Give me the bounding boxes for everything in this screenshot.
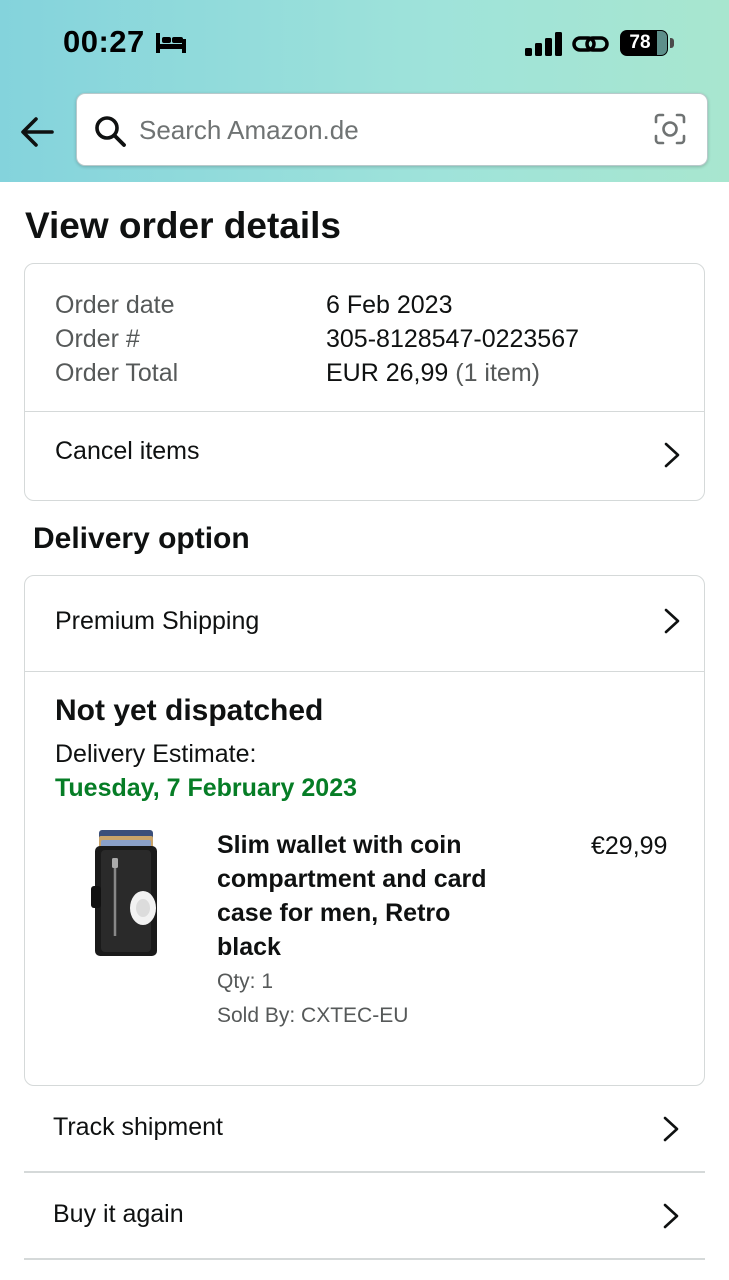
shipment-status: Not yet dispatched [55,694,324,727]
search-icon [95,116,126,147]
order-total-amount: EUR 26,99 [326,359,449,387]
divider [25,671,704,672]
order-summary-card: Order date 6 Feb 2023 Order # 305-812854… [24,263,705,501]
app-header: 00:27 78 [0,0,729,182]
shipping-option-label: Premium Shipping [55,607,260,635]
chevron-right-icon [663,1203,679,1229]
chevron-right-icon [664,608,680,634]
product-price: €29,99 [591,832,668,860]
order-total-label: Order Total [55,359,179,387]
product-image[interactable] [89,828,161,960]
camera-scan-icon[interactable] [653,112,687,146]
order-number-label: Order # [55,325,140,353]
search-input[interactable] [139,108,639,152]
track-shipment-label: Track shipment [53,1113,223,1141]
premium-shipping-link[interactable]: Premium Shipping [25,576,704,671]
order-date-row: Order date 6 Feb 2023 [55,288,674,322]
order-item-count: (1 item) [455,359,540,387]
status-time: 00:27 [63,24,145,59]
delivery-estimate-label: Delivery Estimate: [55,740,257,768]
buy-it-again-link[interactable]: Buy it again [24,1174,705,1260]
delivery-estimate-date: Tuesday, 7 February 2023 [55,774,358,802]
status-bar: 00:27 78 [0,0,729,88]
delivery-card: Premium Shipping Not yet dispatched Deli… [24,575,705,1086]
buy-it-again-label: Buy it again [53,1200,184,1228]
bed-icon [156,33,186,53]
order-date-label: Order date [55,291,175,319]
order-total-value: EUR 26,99 (1 item) [326,356,540,390]
product-seller: Sold By: CXTEC-EU [217,1004,409,1027]
order-number-row: Order # 305-8128547-0223567 [55,322,674,356]
battery-icon: 78 [620,30,674,56]
order-total-row: Order Total EUR 26,99 (1 item) [55,356,674,390]
product-title-link[interactable]: Slim wallet with coin compartment and ca… [217,828,517,964]
cancel-items-label: Cancel items [55,437,200,465]
personal-hotspot-icon [572,36,609,52]
order-summary: Order date 6 Feb 2023 Order # 305-812854… [55,288,674,390]
order-date-value: 6 Feb 2023 [326,291,453,319]
chevron-right-icon [664,442,680,468]
order-number-value: 305-8128547-0223567 [326,325,580,353]
delivery-section-title: Delivery option [33,522,250,555]
chevron-right-icon [663,1116,679,1142]
product-quantity: Qty: 1 [217,970,274,993]
back-arrow-icon[interactable] [18,112,58,152]
track-shipment-link[interactable]: Track shipment [24,1087,705,1173]
search-bar[interactable] [76,93,708,166]
signal-icon [525,32,562,56]
cancel-items-link[interactable]: Cancel items [25,412,704,500]
page-title: View order details [25,205,341,246]
battery-level: 78 [629,32,651,53]
